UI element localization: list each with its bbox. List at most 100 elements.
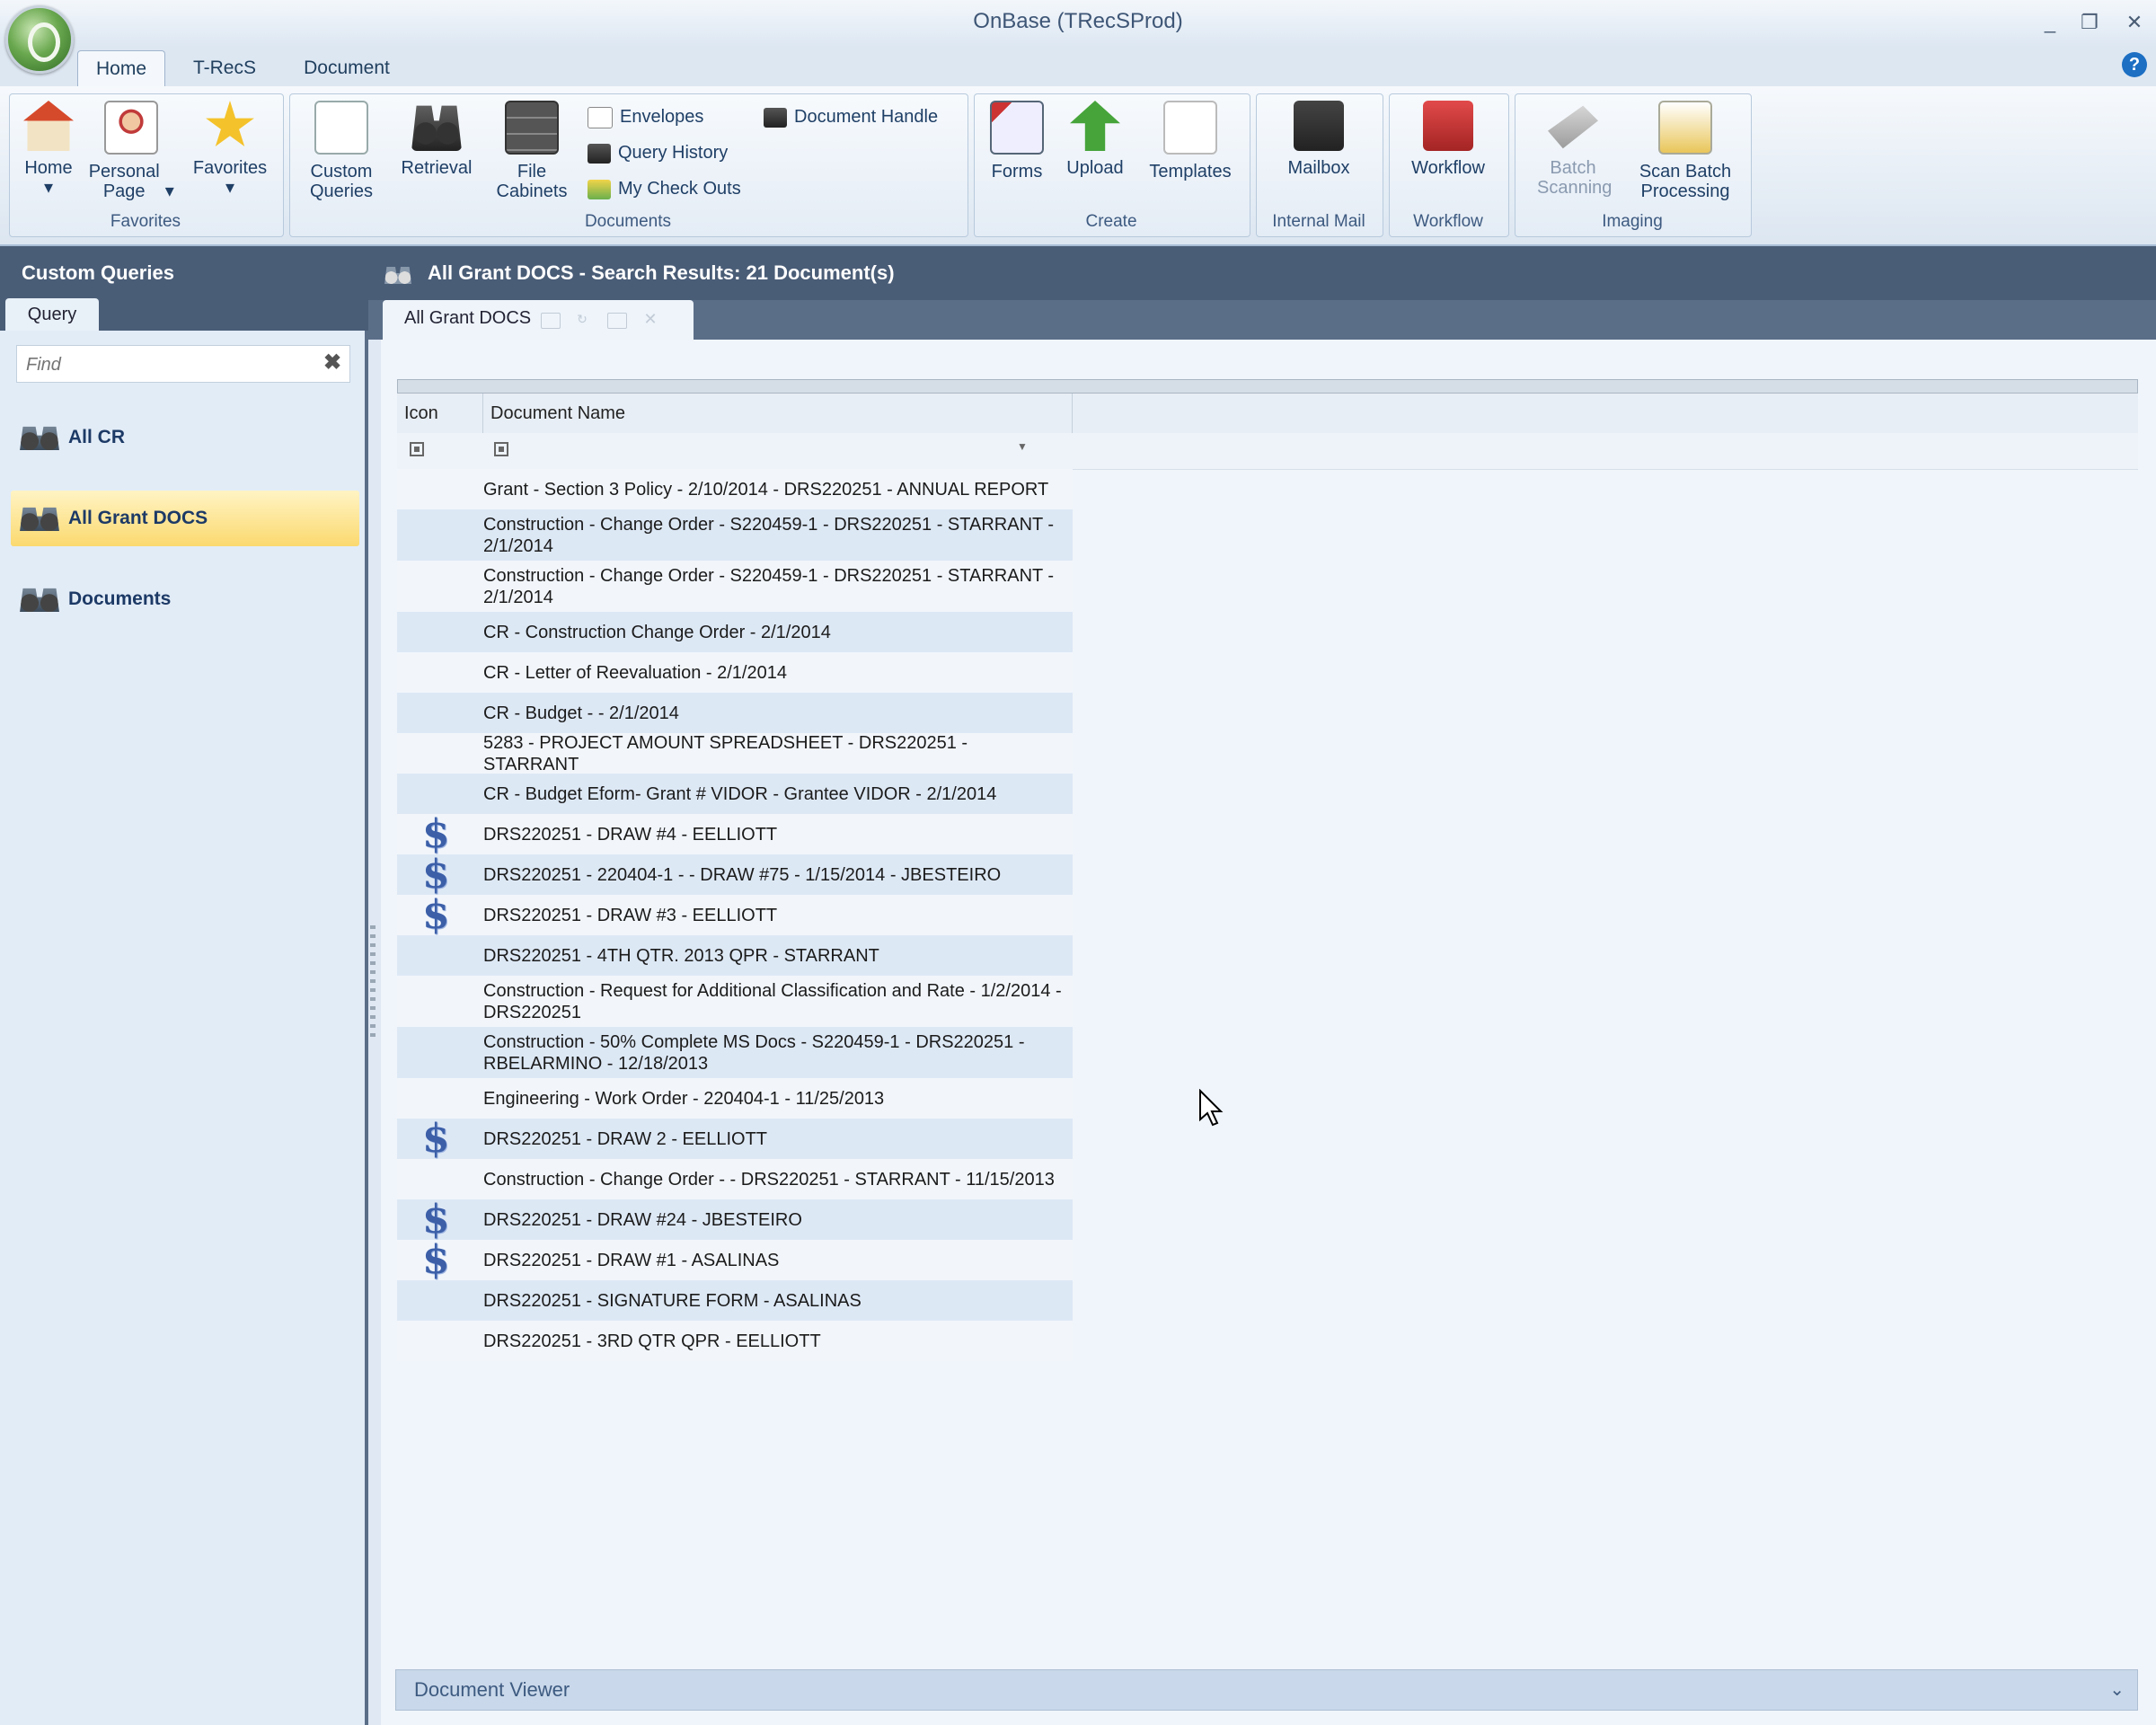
filter-row: ▼ bbox=[397, 433, 2138, 470]
filter-icon[interactable] bbox=[410, 442, 424, 456]
query-item-all-cr[interactable]: All CR bbox=[11, 410, 359, 465]
workflow-label: Workflow bbox=[1411, 158, 1485, 178]
query-item-documents[interactable]: Documents bbox=[11, 571, 359, 627]
row-icon-cell bbox=[397, 976, 480, 1027]
restore-button[interactable]: ❐ bbox=[2072, 7, 2107, 38]
document-handle-button[interactable]: Document Handle bbox=[764, 102, 938, 131]
help-icon[interactable]: ? bbox=[2122, 52, 2147, 77]
retrieval-button[interactable]: Retrieval bbox=[393, 101, 480, 178]
table-row[interactable]: Grant - Section 3 Policy - 2/10/2014 - D… bbox=[397, 469, 1073, 509]
scan-batch-icon bbox=[1658, 101, 1712, 155]
document-name: CR - Letter of Reevaluation - 2/1/2014 bbox=[483, 662, 787, 683]
table-row[interactable]: $ DRS220251 - 220404-1 - - DRAW #75 - 1/1… bbox=[397, 854, 1073, 895]
left-panel-title: Custom Queries bbox=[0, 246, 368, 300]
mailbox-button[interactable]: Mailbox bbox=[1267, 101, 1371, 178]
document-name: Construction - Change Order - S220459-1 … bbox=[483, 514, 1055, 556]
personal-page-button[interactable]: Personal Page ▾ bbox=[86, 101, 176, 201]
table-row[interactable]: Construction - 50% Complete MS Docs - S2… bbox=[397, 1027, 1073, 1078]
document-handle-icon bbox=[764, 107, 787, 128]
grid-header: Icon Document Name bbox=[397, 394, 2138, 434]
table-row[interactable]: $ DRS220251 - DRAW #3 - EELLIOTT bbox=[397, 895, 1073, 935]
my-check-outs-button[interactable]: My Check Outs bbox=[588, 174, 741, 203]
tab-all-grant-docs[interactable]: All Grant DOCS ↻ ✕ bbox=[383, 300, 694, 340]
row-icon-cell: $ bbox=[397, 1119, 480, 1159]
close-tab-icon[interactable]: ✕ bbox=[641, 311, 659, 327]
table-row[interactable]: DRS220251 - SIGNATURE FORM - ASALINAS bbox=[397, 1280, 1073, 1321]
results-tab-label: All Grant DOCS bbox=[404, 308, 532, 328]
table-row[interactable]: Construction - Change Order - S220459-1 … bbox=[397, 509, 1073, 561]
table-row[interactable]: Construction - Change Order - S220459-1 … bbox=[397, 561, 1073, 612]
forms-button[interactable]: Forms bbox=[979, 101, 1055, 181]
panel-splitter[interactable] bbox=[370, 925, 376, 1042]
print-icon[interactable] bbox=[607, 313, 627, 329]
app-menu-orb-icon[interactable] bbox=[5, 5, 74, 74]
column-header-icon[interactable]: Icon bbox=[397, 394, 483, 433]
row-icon-cell bbox=[397, 652, 480, 693]
row-icon-cell bbox=[397, 509, 480, 561]
tab-document[interactable]: Document bbox=[287, 50, 406, 86]
filter-icon[interactable] bbox=[494, 442, 508, 456]
batch-scanning-button[interactable]: Batch Scanning bbox=[1524, 101, 1622, 198]
home-button[interactable]: Home ▾ bbox=[14, 101, 83, 198]
query-item-all-grant-docs[interactable]: All Grant DOCS bbox=[11, 491, 359, 546]
tab-home[interactable]: Home bbox=[77, 50, 165, 87]
upload-arrow-icon bbox=[1070, 101, 1120, 151]
table-row[interactable]: CR - Construction Change Order - 2/1/201… bbox=[397, 612, 1073, 652]
table-row[interactable]: Construction - Request for Additional Cl… bbox=[397, 976, 1073, 1027]
custom-queries-button[interactable]: Custom Queries bbox=[298, 101, 384, 201]
document-name: Construction - Change Order - - DRS22025… bbox=[483, 1169, 1055, 1190]
column-header-document-name[interactable]: Document Name bbox=[483, 394, 1073, 433]
table-row[interactable]: $ DRS220251 - DRAW #1 - ASALINAS bbox=[397, 1240, 1073, 1280]
row-icon-cell bbox=[397, 693, 480, 733]
table-row[interactable]: CR - Budget Eform- Grant # VIDOR - Grant… bbox=[397, 774, 1073, 814]
refresh-icon[interactable]: ↻ bbox=[573, 313, 591, 327]
envelope-icon bbox=[588, 106, 613, 128]
close-button[interactable]: ✕ bbox=[2116, 7, 2152, 38]
dollar-icon: $ bbox=[422, 891, 450, 938]
table-row[interactable]: CR - Budget - - 2/1/2014 bbox=[397, 693, 1073, 733]
binoculars-icon bbox=[411, 105, 462, 151]
mailbox-label: Mailbox bbox=[1287, 158, 1350, 178]
document-viewer-bar[interactable]: Document Viewer ⌄ bbox=[395, 1669, 2138, 1711]
table-row[interactable]: DRS220251 - 4TH QTR. 2013 QPR - STARRANT bbox=[397, 935, 1073, 976]
minimize-button[interactable]: _ bbox=[2032, 7, 2068, 38]
row-icon-cell bbox=[397, 469, 480, 509]
window-icon[interactable] bbox=[541, 313, 561, 329]
scan-batch-processing-button[interactable]: Scan Batch Processing bbox=[1628, 101, 1743, 201]
tab-t-recs[interactable]: T-RecS bbox=[180, 50, 270, 86]
chevron-down-icon[interactable]: ⌄ bbox=[2109, 1670, 2125, 1710]
table-row[interactable]: Construction - Change Order - - DRS22025… bbox=[397, 1159, 1073, 1199]
workflow-button[interactable]: Workflow bbox=[1398, 101, 1498, 178]
table-row[interactable]: $ DRS220251 - DRAW 2 - EELLIOTT bbox=[397, 1119, 1073, 1159]
favorites-button[interactable]: Favorites ▾ bbox=[185, 101, 275, 198]
document-name: CR - Construction Change Order - 2/1/201… bbox=[483, 622, 831, 642]
upload-button[interactable]: Upload bbox=[1056, 101, 1134, 178]
table-row[interactable]: 5283 - PROJECT AMOUNT SPREADSHEET - DRS2… bbox=[397, 733, 1073, 774]
clear-find-icon[interactable]: ✖ bbox=[319, 349, 346, 376]
table-row[interactable]: CR - Letter of Reevaluation - 2/1/2014 bbox=[397, 652, 1073, 693]
table-row[interactable]: DRS220251 - 3RD QTR QPR - EELLIOTT bbox=[397, 1321, 1073, 1361]
upload-label: Upload bbox=[1066, 158, 1124, 178]
row-icon-cell bbox=[397, 1280, 480, 1321]
binoculars-icon bbox=[20, 507, 59, 532]
filter-dropdown-icon[interactable]: ▼ bbox=[1017, 440, 1028, 453]
templates-button[interactable]: Templates bbox=[1141, 101, 1240, 181]
personal-page-icon bbox=[104, 101, 158, 155]
document-name: Construction - Request for Additional Cl… bbox=[483, 980, 1062, 1022]
find-input[interactable] bbox=[24, 351, 324, 378]
group-internal-mail-label: Internal Mail bbox=[1272, 212, 1365, 231]
file-cabinets-button[interactable]: File Cabinets bbox=[489, 101, 575, 201]
tab-query[interactable]: Query bbox=[5, 298, 99, 331]
group-by-bar[interactable] bbox=[397, 379, 2138, 394]
group-documents-label: Documents bbox=[584, 212, 672, 231]
row-icon-cell bbox=[397, 1078, 480, 1119]
query-history-button[interactable]: Query History bbox=[588, 138, 728, 167]
envelopes-button[interactable]: Envelopes bbox=[588, 102, 703, 131]
document-name: Grant - Section 3 Policy - 2/10/2014 - D… bbox=[483, 479, 1049, 500]
results-list: Grant - Section 3 Policy - 2/10/2014 - D… bbox=[397, 469, 1073, 1361]
table-row[interactable]: $ DRS220251 - DRAW #4 - EELLIOTT bbox=[397, 814, 1073, 854]
table-row[interactable]: Engineering - Work Order - 220404-1 - 11… bbox=[397, 1078, 1073, 1119]
personal-page-label: Personal Page bbox=[88, 162, 160, 201]
document-name: DRS220251 - SIGNATURE FORM - ASALINAS bbox=[483, 1290, 862, 1311]
table-row[interactable]: $ DRS220251 - DRAW #24 - JBESTEIRO bbox=[397, 1199, 1073, 1240]
